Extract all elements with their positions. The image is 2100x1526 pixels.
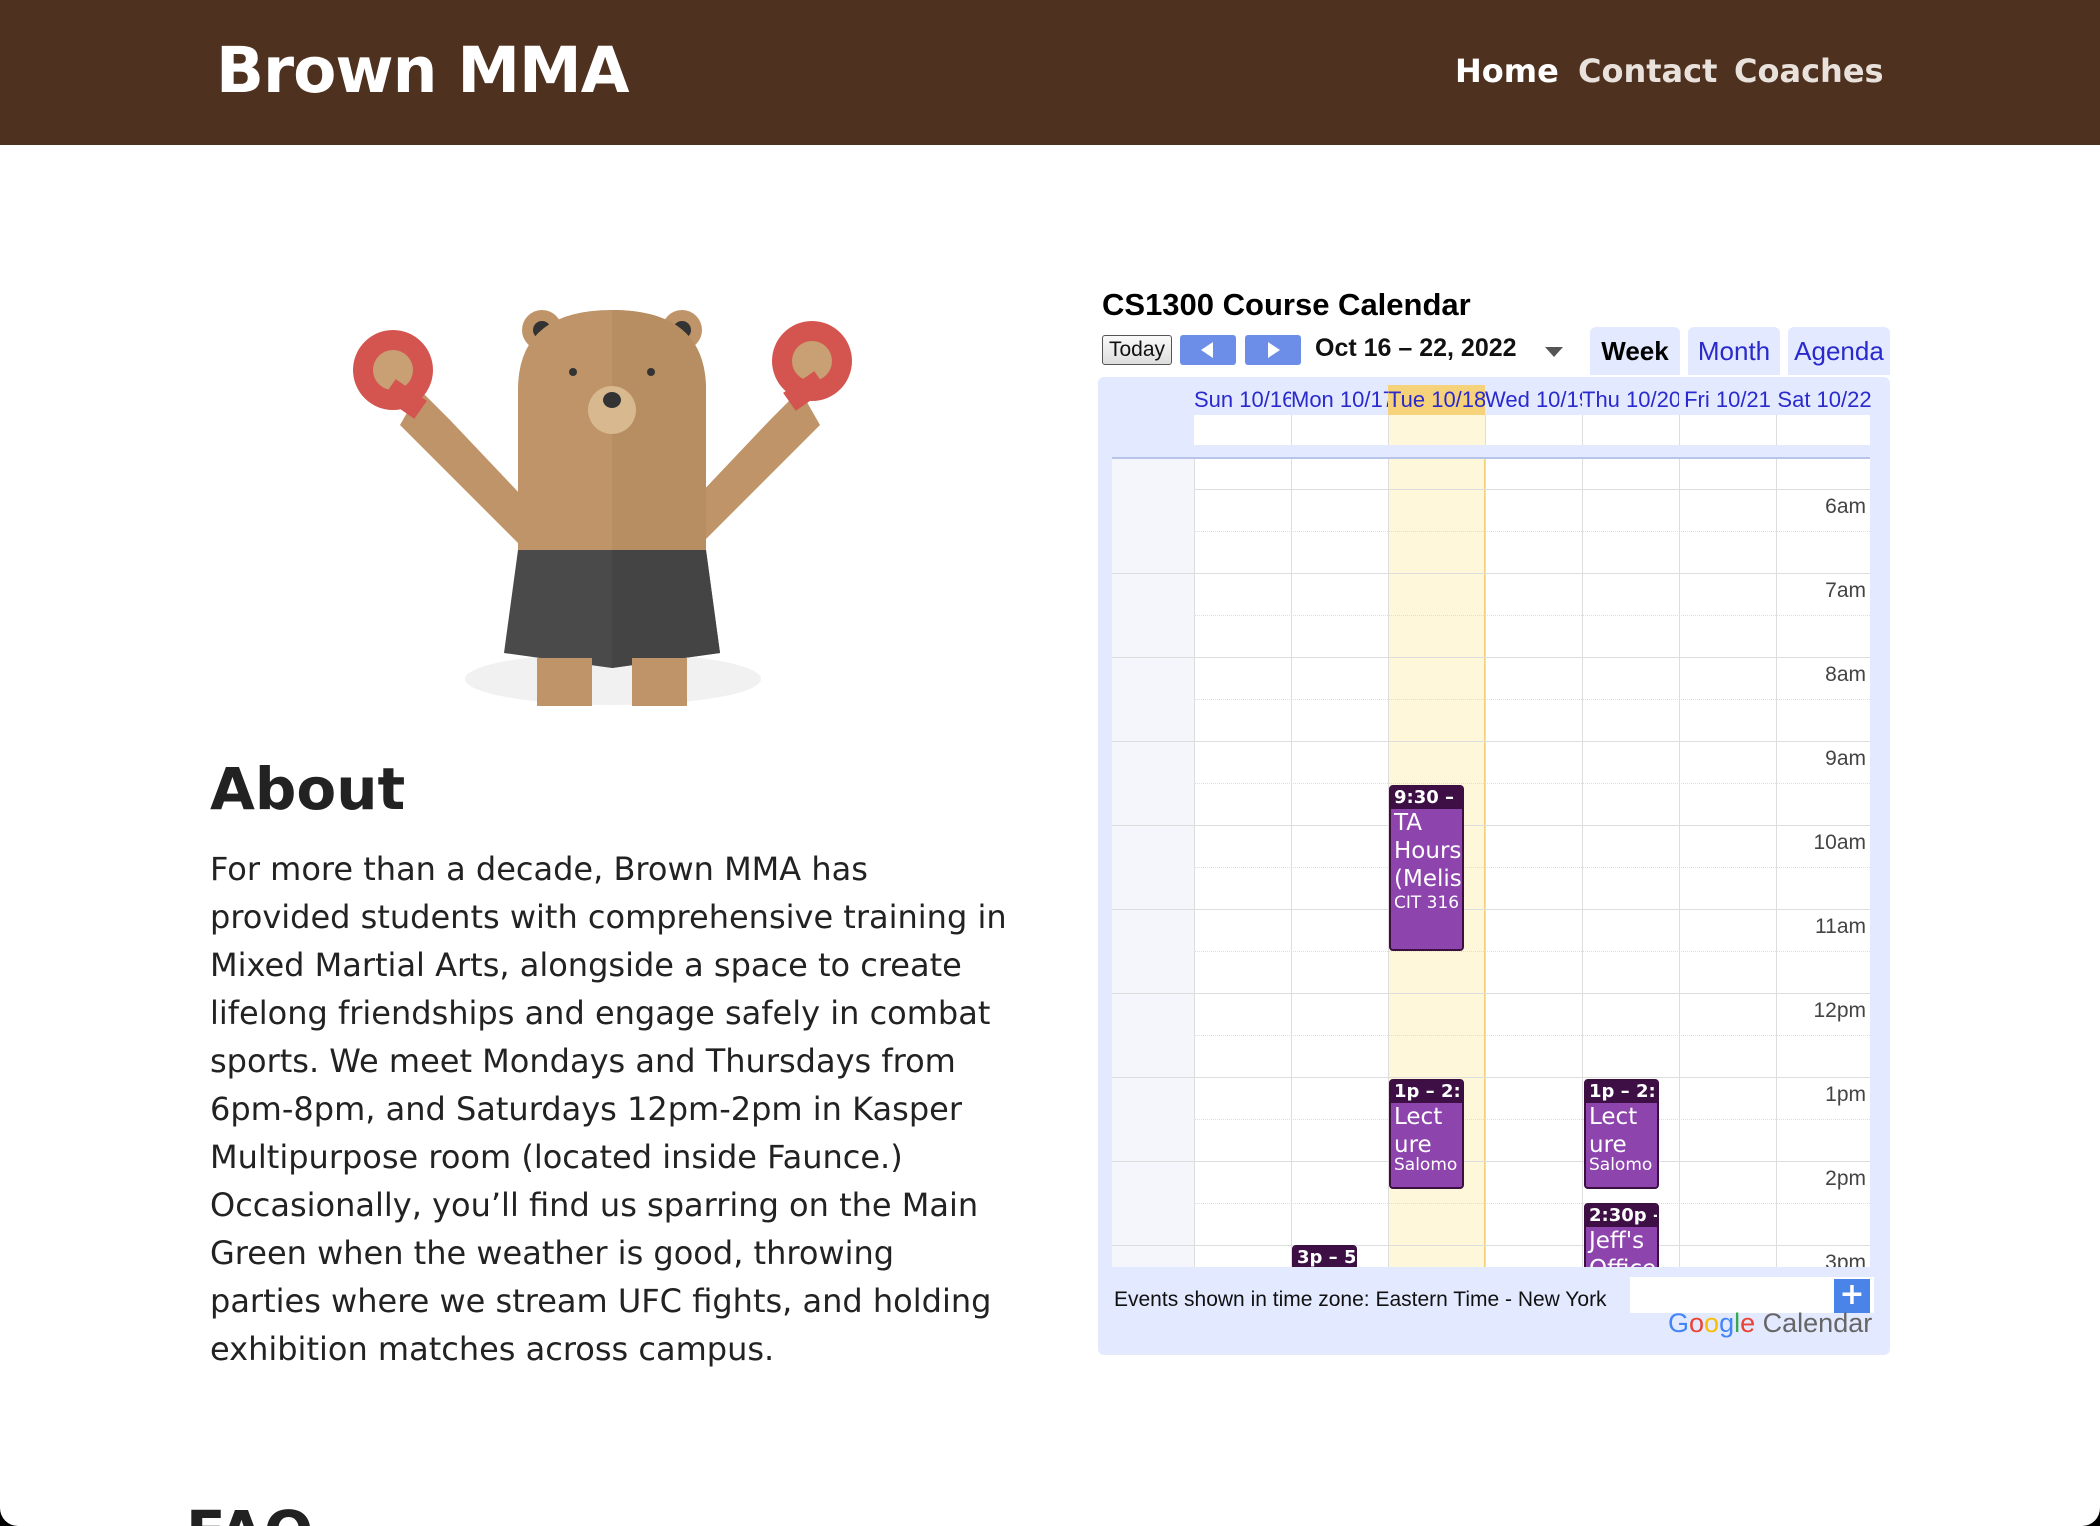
view-tab-week[interactable]: Week bbox=[1590, 327, 1680, 375]
nav-coaches-link[interactable]: Coaches bbox=[1734, 52, 1884, 90]
chevron-left-icon bbox=[1201, 342, 1213, 358]
google-calendar-logo[interactable]: Google Calendar bbox=[1668, 1308, 1872, 1339]
about-heading: About bbox=[210, 755, 406, 823]
time-label-3pm: 3pm bbox=[1825, 1251, 1866, 1267]
event-title: TA Hours (Melis bbox=[1394, 810, 1462, 892]
event-time: 1p – 2: bbox=[1391, 1081, 1462, 1103]
calendar-next-button[interactable] bbox=[1245, 335, 1301, 365]
calendar-frame: Sun 10/16 Mon 10/17 Tue 10/18 Wed 10/19 … bbox=[1098, 377, 1890, 1355]
nav-home-link[interactable]: Home bbox=[1455, 52, 1559, 90]
view-tab-agenda[interactable]: Agenda bbox=[1788, 327, 1890, 375]
time-label-2pm: 2pm bbox=[1825, 1167, 1866, 1190]
time-gutter bbox=[1112, 459, 1194, 1267]
embedded-calendar: CS1300 Course Calendar Today Oct 16 – 22… bbox=[1098, 285, 1890, 1355]
event-time: 9:30 – bbox=[1391, 787, 1462, 809]
all-day-row[interactable] bbox=[1194, 415, 1870, 445]
event-location: CIT 316 bbox=[1394, 893, 1460, 913]
time-label-8am: 8am bbox=[1825, 663, 1866, 686]
event-title: Lecture bbox=[1589, 1104, 1638, 1155]
view-tab-month[interactable]: Month bbox=[1688, 327, 1780, 375]
nav-contact-link[interactable]: Contact bbox=[1578, 52, 1717, 90]
site-brand[interactable]: Brown MMA bbox=[216, 34, 629, 107]
day-header-tue[interactable]: Tue 10/18 bbox=[1388, 385, 1485, 415]
timezone-note: Events shown in time zone: Eastern Time … bbox=[1114, 1288, 1607, 1311]
calendar-date-range: Oct 16 – 22, 2022 bbox=[1315, 334, 1517, 362]
day-header-wed[interactable]: Wed 10/19 bbox=[1485, 385, 1582, 415]
calendar-event-office-hours[interactable]: 2:30p – Jeff's Office bbox=[1584, 1203, 1659, 1267]
chevron-right-icon bbox=[1268, 342, 1280, 358]
event-location: Salomo bbox=[1589, 1155, 1653, 1175]
event-time: 1p – 2: bbox=[1586, 1081, 1657, 1103]
time-label-10am: 10am bbox=[1813, 831, 1866, 854]
calendar-event-ta-hours[interactable]: 9:30 – TA Hours (Melis CIT 316 bbox=[1389, 785, 1464, 951]
day-header-fri[interactable]: Fri 10/21 bbox=[1679, 385, 1776, 415]
site-header: Brown MMA Home Contact Coaches bbox=[0, 0, 2100, 145]
day-header-mon[interactable]: Mon 10/17 bbox=[1291, 385, 1388, 415]
calendar-logo-word: Calendar bbox=[1762, 1308, 1873, 1338]
calendar-event-mon-3pm[interactable]: 3p – 5 bbox=[1292, 1245, 1357, 1267]
day-header-sun[interactable]: Sun 10/16 bbox=[1194, 385, 1291, 415]
calendar-event-lecture-thu[interactable]: 1p – 2: Lecture Salomo bbox=[1584, 1079, 1659, 1189]
page: Brown MMA Home Contact Coaches About For… bbox=[0, 0, 2100, 1526]
day-headers: Sun 10/16 Mon 10/17 Tue 10/18 Wed 10/19 … bbox=[1194, 385, 1873, 415]
time-label-11am: 11am bbox=[1815, 915, 1866, 938]
dropdown-caret-icon[interactable] bbox=[1545, 347, 1563, 357]
event-title: Jeff's Office bbox=[1589, 1228, 1656, 1267]
faq-heading: FAQ bbox=[186, 1498, 313, 1526]
time-label-6am: 6am bbox=[1825, 495, 1866, 518]
calendar-event-lecture-tue[interactable]: 1p – 2: Lecture Salomo bbox=[1389, 1079, 1464, 1189]
time-label-12pm: 12pm bbox=[1813, 999, 1866, 1022]
boxing-bear-illustration bbox=[353, 310, 852, 706]
calendar-prev-button[interactable] bbox=[1180, 335, 1236, 365]
day-header-thu[interactable]: Thu 10/20 bbox=[1582, 385, 1679, 415]
event-title: Lecture bbox=[1394, 1104, 1443, 1155]
week-time-grid[interactable]: 6am 7am 8am 9am 10am 11am 12pm 1pm 2pm 3… bbox=[1112, 457, 1870, 1267]
google-logo-word: Google bbox=[1668, 1308, 1756, 1338]
time-label-7am: 7am bbox=[1825, 579, 1866, 602]
event-location: Salomo bbox=[1394, 1155, 1458, 1175]
about-paragraph: For more than a decade, Brown MMA has pr… bbox=[210, 850, 1007, 1368]
calendar-title: CS1300 Course Calendar bbox=[1102, 287, 1471, 322]
calendar-today-button[interactable]: Today bbox=[1102, 335, 1172, 365]
time-label-9am: 9am bbox=[1825, 747, 1866, 770]
day-header-sat[interactable]: Sat 10/22 bbox=[1776, 385, 1873, 415]
event-time: 2:30p – bbox=[1586, 1205, 1657, 1227]
event-time: 3p – 5 bbox=[1294, 1247, 1355, 1267]
time-label-1pm: 1pm bbox=[1825, 1083, 1866, 1106]
